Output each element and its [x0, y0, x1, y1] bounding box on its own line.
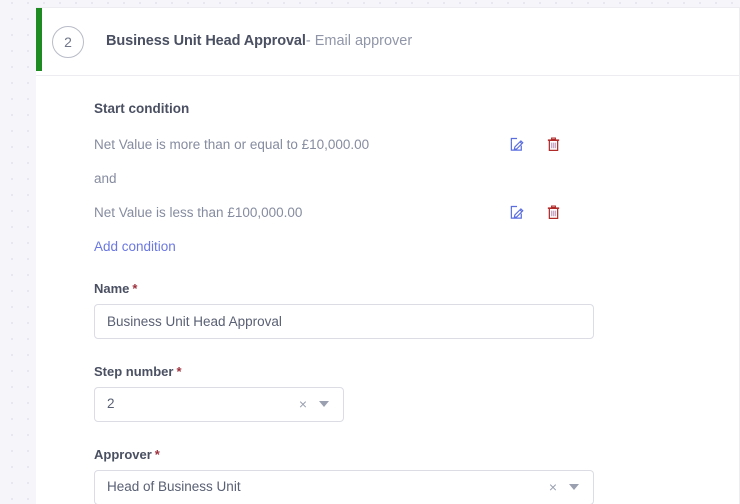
approver-label-text: Approver	[94, 446, 152, 462]
name-label-text: Name	[94, 280, 130, 296]
required-indicator: *	[176, 363, 182, 379]
condition-actions	[508, 204, 562, 222]
step-number-field-group: Step number * 2 ×	[94, 365, 739, 422]
condition-conjunction: and	[94, 170, 117, 186]
approver-select[interactable]: Head of Business Unit ×	[94, 469, 594, 504]
clear-icon[interactable]: ×	[293, 397, 313, 411]
name-input[interactable]	[94, 303, 594, 339]
step-number-selected-value: 2	[107, 397, 115, 411]
step-number-badge-label: 2	[64, 33, 72, 50]
chevron-down-icon[interactable]	[569, 484, 579, 490]
page-root: 2 Business Unit Head Approval- Email app…	[0, 0, 740, 504]
condition-text: Net Value is less than £100,000.00	[94, 204, 303, 220]
step-number-label-text: Step number	[94, 363, 174, 379]
name-field-label: Name *	[94, 282, 739, 295]
required-indicator: *	[132, 280, 138, 296]
condition-row: Net Value is less than £100,000.00	[94, 202, 654, 224]
step-card-header: 2 Business Unit Head Approval- Email app…	[36, 8, 739, 76]
step-header-text: Business Unit Head Approval- Email appro…	[106, 34, 412, 49]
clear-icon[interactable]: ×	[543, 480, 563, 494]
trash-icon[interactable]	[544, 204, 562, 222]
start-condition-label: Start condition	[94, 101, 190, 116]
edit-pencil-icon[interactable]	[508, 204, 526, 222]
step-card-body: Start condition Net Value is more than o…	[36, 76, 739, 504]
trash-icon[interactable]	[544, 136, 562, 154]
approver-field-label: Approver *	[94, 448, 739, 461]
name-field-group: Name *	[94, 282, 739, 339]
step-number-field-label: Step number *	[94, 365, 739, 378]
step-number-select[interactable]: 2 ×	[94, 386, 344, 422]
add-condition-link[interactable]: Add condition	[94, 239, 176, 254]
page-title: Business Unit Head Approval	[106, 33, 306, 50]
chevron-down-icon[interactable]	[319, 401, 329, 407]
condition-actions	[508, 136, 562, 154]
step-subtitle: Email approver	[314, 33, 413, 50]
edit-pencil-icon[interactable]	[508, 136, 526, 154]
required-indicator: *	[154, 446, 160, 462]
approver-selected-value: Head of Business Unit	[107, 480, 241, 494]
step-number-badge: 2	[52, 25, 84, 58]
condition-text: Net Value is more than or equal to £10,0…	[94, 136, 370, 152]
approval-step-card: 2 Business Unit Head Approval- Email app…	[36, 7, 740, 504]
approver-field-group: Approver * Head of Business Unit ×	[94, 448, 739, 504]
condition-row: Net Value is more than or equal to £10,0…	[94, 134, 654, 156]
header-separator: -	[305, 33, 311, 50]
